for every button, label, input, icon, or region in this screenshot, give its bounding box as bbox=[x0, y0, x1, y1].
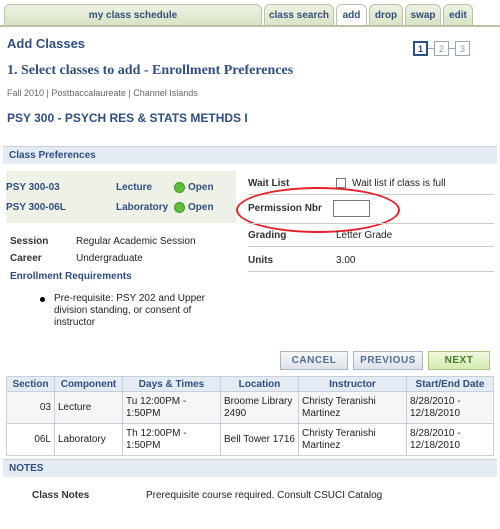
tab-swap[interactable]: swap bbox=[405, 4, 441, 26]
tab-class-search[interactable]: class search bbox=[264, 4, 334, 26]
session-value: Regular Academic Session bbox=[76, 236, 196, 247]
divider bbox=[248, 246, 494, 247]
open-status-icon bbox=[174, 201, 185, 213]
class-list-box bbox=[6, 171, 236, 223]
page-title: Add Classes bbox=[7, 36, 86, 51]
wait-list-checkbox-label: Wait list if class is full bbox=[352, 178, 446, 189]
wait-list-label: Wait List bbox=[248, 178, 290, 189]
cell-component: Lecture bbox=[54, 391, 123, 424]
column-header: Component bbox=[54, 376, 123, 392]
career-label: Career bbox=[10, 253, 42, 264]
table-row: 03 Lecture Tu 12:00PM - 1:50PM Broome Li… bbox=[6, 391, 494, 424]
divider bbox=[248, 223, 494, 224]
previous-button[interactable]: Previous bbox=[353, 351, 423, 370]
wait-list-checkbox[interactable] bbox=[336, 178, 346, 188]
class-link[interactable]: PSY 300-06L bbox=[6, 202, 116, 213]
column-header: Location bbox=[220, 376, 299, 392]
cell-days-times: Th 12:00PM - 1:50PM bbox=[122, 423, 221, 456]
class-component: Laboratory bbox=[116, 201, 169, 213]
column-header: Start/End Date bbox=[406, 376, 494, 392]
column-header: Instructor bbox=[298, 376, 407, 392]
units-label: Units bbox=[248, 255, 273, 266]
tab-divider bbox=[0, 25, 500, 27]
notes-header: NOTES bbox=[3, 459, 497, 477]
prerequisite-text: Pre-requisite: PSY 202 and Upper divisio… bbox=[54, 293, 206, 328]
highlight-ellipse bbox=[236, 187, 400, 233]
term-line: Fall 2010 | Postbaccalaureate | Channel … bbox=[7, 88, 198, 98]
class-row: PSY 300-06L Laboratory Open bbox=[6, 200, 214, 214]
step-1: 1 bbox=[413, 41, 428, 56]
tab-add[interactable]: add bbox=[336, 4, 367, 26]
cell-dates: 8/28/2010 - 12/18/2010 bbox=[406, 391, 494, 424]
section-table: Section Component Days & Times Location … bbox=[6, 376, 494, 456]
class-link[interactable]: PSY 300-03 bbox=[6, 182, 116, 193]
cell-instructor: Christy Teranishi Martinez bbox=[298, 423, 407, 456]
column-header: Days & Times bbox=[122, 376, 221, 392]
column-header: Section bbox=[6, 376, 55, 392]
class-component: Lecture bbox=[116, 181, 153, 193]
cell-location: Bell Tower 1716 bbox=[220, 423, 299, 456]
class-preferences-header: Class Preferences bbox=[3, 146, 497, 164]
class-notes-text: Prerequisite course required. Consult CS… bbox=[146, 490, 383, 501]
class-status: Open bbox=[188, 181, 214, 193]
tab-drop[interactable]: drop bbox=[369, 4, 403, 26]
step-indicator: 1 2 3 bbox=[413, 41, 470, 56]
course-title: PSY 300 - PSYCH RES & STATS METHDS I bbox=[7, 111, 248, 125]
class-row: PSY 300-03 Lecture Open bbox=[6, 180, 214, 194]
next-button[interactable]: Next bbox=[428, 351, 490, 370]
enrollment-requirements-link[interactable]: Enrollment Requirements bbox=[10, 271, 132, 282]
session-label: Session bbox=[10, 236, 49, 247]
cell-component: Laboratory bbox=[54, 423, 123, 456]
cancel-button[interactable]: Cancel bbox=[280, 351, 348, 370]
cell-section: 06L bbox=[6, 423, 55, 456]
units-value: 3.00 bbox=[336, 255, 356, 266]
cell-instructor: Christy Teranishi Martinez bbox=[298, 391, 407, 424]
cell-days-times: Tu 12:00PM - 1:50PM bbox=[122, 391, 221, 424]
open-status-icon bbox=[174, 181, 185, 193]
tab-bar: my class schedule class search add drop … bbox=[4, 4, 496, 26]
cell-section: 03 bbox=[6, 391, 55, 424]
step-subtitle: 1. Select classes to add - Enrollment Pr… bbox=[7, 63, 294, 78]
class-notes-label: Class Notes bbox=[32, 490, 90, 501]
cell-dates: 8/28/2010 - 12/18/2010 bbox=[406, 423, 494, 456]
step-2: 2 bbox=[434, 41, 449, 56]
class-status: Open bbox=[188, 201, 214, 213]
grading-label: Grading bbox=[248, 230, 287, 241]
table-row: 06L Laboratory Th 12:00PM - 1:50PM Bell … bbox=[6, 423, 494, 456]
table-header-row: Section Component Days & Times Location … bbox=[6, 376, 494, 392]
step-3: 3 bbox=[455, 41, 470, 56]
career-value: Undergraduate bbox=[76, 253, 143, 264]
tab-edit[interactable]: edit bbox=[443, 4, 473, 26]
bullet-icon bbox=[40, 297, 45, 302]
grading-value: Letter Grade bbox=[336, 230, 393, 241]
cell-location: Broome Library 2490 bbox=[220, 391, 299, 424]
tab-my-class-schedule[interactable]: my class schedule bbox=[4, 4, 262, 26]
divider bbox=[248, 271, 494, 272]
